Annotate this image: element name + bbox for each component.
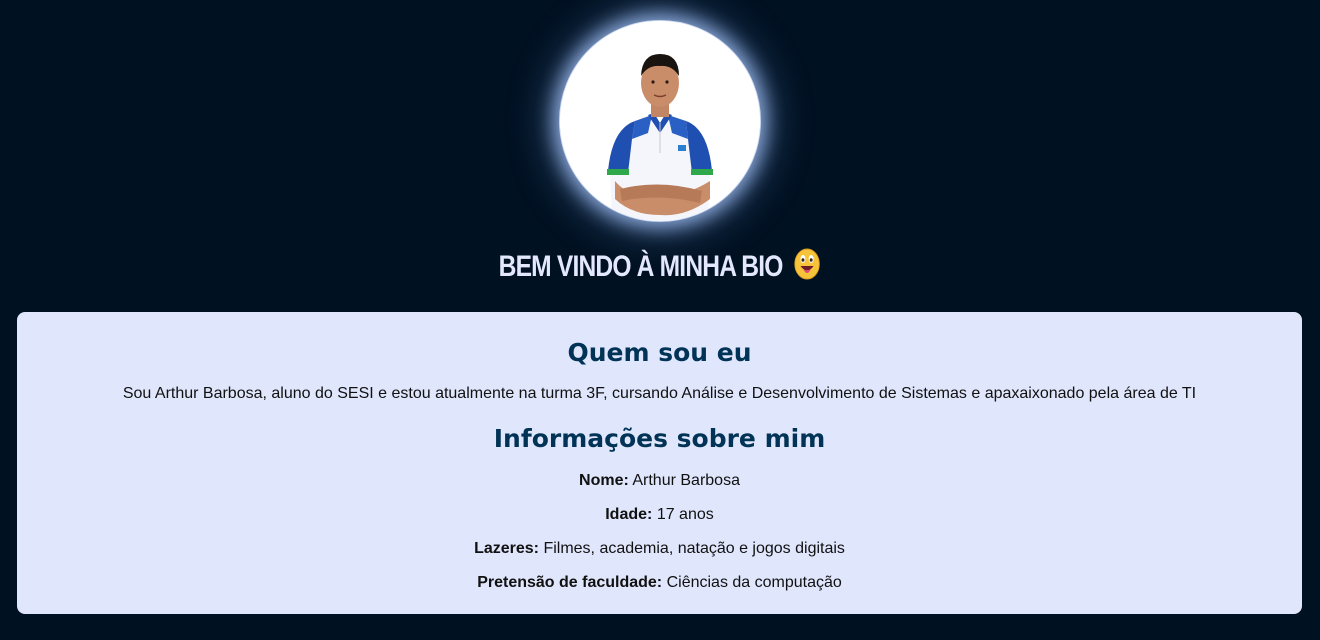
info-heading: Informações sobre mim [493,424,826,453]
page-header: BEM VINDO À MINHA BIO [0,0,1320,312]
info-label: Nome: [579,472,629,489]
info-value: Arthur Barbosa [632,472,740,489]
info-row-college: Pretensão de faculdade: Ciências da comp… [17,574,1302,592]
welcome-title: BEM VINDO À MINHA BIO [118,248,1200,288]
about-heading: Quem sou eu [567,338,752,367]
info-row-name: Nome: Arthur Barbosa [17,472,1302,490]
info-value: 17 anos [656,506,714,523]
info-row-hobbies: Lazeres: Filmes, academia, natação e jog… [17,540,1302,558]
profile-avatar [559,20,761,222]
welcome-title-text: BEM VINDO À MINHA BIO [498,250,784,283]
profile-photo [560,21,760,221]
info-value: Ciências da computação [666,574,842,591]
info-label: Pretensão de faculdade: [477,574,663,591]
info-row-age: Idade: 17 anos [17,506,1302,524]
grinning-tongue-emoji-icon [794,248,820,288]
about-text: Sou Arthur Barbosa, aluno do SESI e esto… [122,385,1197,402]
info-value: Filmes, academia, natação e jogos digita… [543,540,845,557]
bio-card: Quem sou eu Sou Arthur Barbosa, aluno do… [17,312,1302,614]
info-label: Lazeres: [474,540,539,557]
info-label: Idade: [605,506,653,523]
